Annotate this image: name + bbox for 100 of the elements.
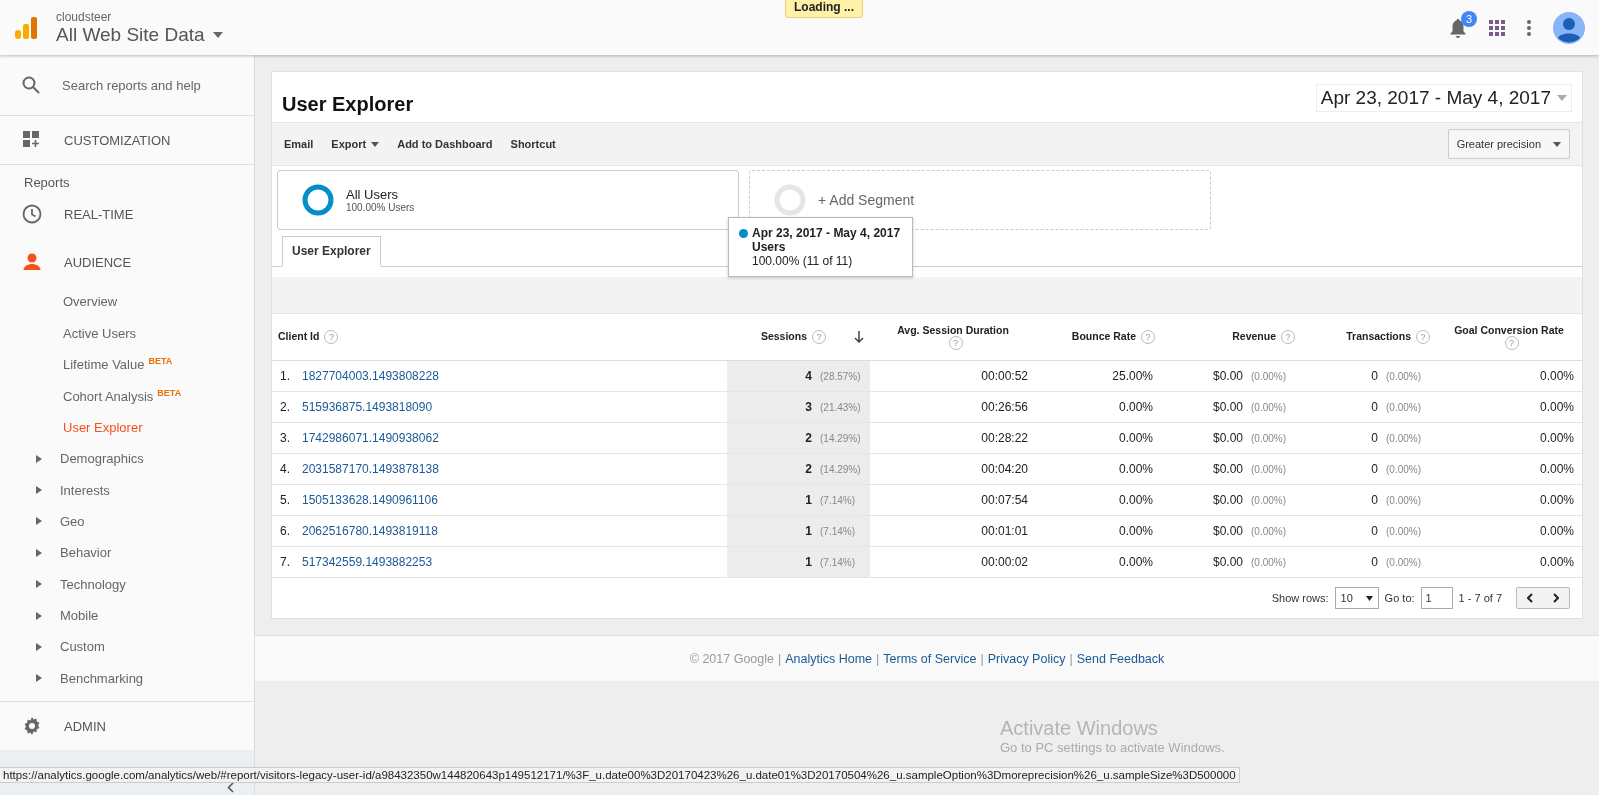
- table-cell: 1: [805, 493, 812, 507]
- chevron-left-icon[interactable]: [1527, 593, 1533, 603]
- column-header[interactable]: Transactions: [1346, 329, 1411, 342]
- column-header[interactable]: Revenue: [1232, 329, 1276, 342]
- table-cell: 0.00%: [1539, 369, 1574, 383]
- date-range-picker[interactable]: Apr 23, 2017 - May 4, 2017: [1315, 84, 1572, 112]
- tab[interactable]: User Explorer: [282, 236, 381, 267]
- nav-item[interactable]: Active Users: [0, 317, 254, 349]
- table-cell: 0.00%: [1118, 493, 1153, 507]
- table-cell: $0.00: [1212, 400, 1243, 414]
- footer-link[interactable]: Privacy Policy: [987, 651, 1066, 666]
- table-cell: 0.00%: [1118, 431, 1153, 445]
- table-cell: 0: [1371, 369, 1378, 383]
- go-to-label: Go to:: [1384, 592, 1415, 604]
- more-vertical-icon[interactable]: [1527, 19, 1531, 36]
- nav-item[interactable]: Mobile: [0, 599, 254, 632]
- rows-select[interactable]: 10: [1334, 587, 1379, 609]
- gear-icon: [22, 716, 42, 736]
- row-number: 3.: [280, 431, 291, 445]
- column-header[interactable]: Avg. Session Duration: [876, 323, 1030, 336]
- table-cell: 00:26:56: [981, 400, 1028, 414]
- nav-item[interactable]: Overview: [0, 286, 254, 318]
- footer-link[interactable]: Terms of Service: [883, 651, 977, 666]
- column-header[interactable]: Bounce Rate: [1071, 329, 1136, 342]
- expand-triangle-icon: [36, 548, 42, 557]
- client-id-link[interactable]: 515936875.1493818090: [302, 400, 433, 414]
- table-cell: 0: [1371, 524, 1378, 538]
- nav-section[interactable]: AUDIENCE: [0, 238, 254, 286]
- toolbar-button[interactable]: Export: [331, 138, 380, 150]
- nav-item[interactable]: Interests: [0, 474, 254, 506]
- nav-item[interactable]: Geo: [0, 505, 254, 538]
- expand-triangle-icon: [36, 611, 42, 620]
- table-cell: 0.00%: [1539, 431, 1574, 445]
- percentage-text: (14.29%): [820, 433, 862, 444]
- percentage-text: (28.57%): [820, 371, 862, 382]
- nav-item[interactable]: Benchmarking: [0, 662, 254, 695]
- column-header[interactable]: Sessions: [760, 329, 807, 342]
- table-cell: 0.00%: [1118, 524, 1153, 538]
- client-id-link[interactable]: 2031587170.1493878138: [302, 462, 439, 476]
- percentage-text: (21.43%): [820, 402, 862, 413]
- segment-card[interactable]: All Users 100.00% Users: [277, 170, 739, 230]
- row-number: 4.: [280, 462, 291, 476]
- percentage-text: (0.00%): [1251, 464, 1287, 475]
- column-header[interactable]: Goal Conversion Rate: [1442, 323, 1576, 336]
- nav-item[interactable]: Cohort Analysis $^{BETA}$: [0, 380, 254, 412]
- percentage-text: (0.00%): [1251, 371, 1287, 382]
- beta-label: BETA: [148, 356, 173, 367]
- nav-section[interactable]: REAL-TIME: [0, 190, 254, 238]
- nav-item[interactable]: Behavior: [0, 537, 254, 569]
- status-url: https://analytics.google.com/analytics/web/#report/visitors-legacy-user-id/a98432350w144820643p149512171/%3F_u.date00%3D20170423%26_u.date01%3D20170504%26_u.sampleOption%3Dmoreprecision%26_u.sampleSize%3D500000: [3, 769, 1236, 781]
- nav-item[interactable]: Custom: [0, 631, 254, 663]
- percentage-text: (0.00%): [1386, 495, 1422, 506]
- nav-item[interactable]: Demographics: [0, 442, 254, 475]
- row-number: 5.: [280, 493, 291, 507]
- client-id-link[interactable]: 1505133628.1490961106: [302, 493, 438, 507]
- row-number: 6.: [280, 524, 291, 538]
- client-id-link[interactable]: 1742986071.1490938062: [302, 431, 439, 445]
- client-id-link[interactable]: 2062516780.1493819118: [302, 524, 438, 538]
- table-cell: 0: [1371, 493, 1378, 507]
- client-id-link[interactable]: 517342559.1493882253: [302, 555, 433, 569]
- footer-link[interactable]: Send Feedback: [1076, 651, 1165, 666]
- table-cell: $0.00: [1212, 555, 1243, 569]
- percentage-text: (0.00%): [1386, 402, 1422, 413]
- sort-down-arrow-icon[interactable]: [854, 331, 864, 344]
- column-header[interactable]: Client Id: [278, 329, 320, 342]
- bell-icon: [1449, 17, 1467, 38]
- search-field[interactable]: Search reports and help: [62, 77, 201, 93]
- notification-count: 3: [1461, 10, 1477, 27]
- table-cell: 00:07:54: [981, 493, 1028, 507]
- table-cell: 1: [805, 524, 812, 538]
- table-cell: 0.00%: [1539, 555, 1574, 569]
- expand-triangle-icon: [36, 454, 42, 463]
- footer-link[interactable]: Analytics Home: [785, 651, 873, 666]
- avatar-icon[interactable]: [1553, 11, 1585, 44]
- precision-dropdown[interactable]: Greater precision: [1447, 129, 1570, 159]
- table-cell: 0.00%: [1118, 400, 1153, 414]
- tooltip-metric: Users: [751, 240, 787, 254]
- page-input[interactable]: 1: [1420, 587, 1453, 609]
- caret-icon: [1365, 595, 1373, 601]
- chevron-right-icon[interactable]: [1553, 593, 1559, 603]
- nav-item[interactable]: Technology: [0, 568, 254, 600]
- collapse-chevron-icon[interactable]: [227, 782, 234, 793]
- apps-grid-icon[interactable]: [1489, 19, 1505, 36]
- activation-title: Activate Windows: [1000, 717, 1159, 740]
- separator-text: |: [980, 651, 984, 666]
- table-cell: 0: [1371, 400, 1378, 414]
- toolbar-button[interactable]: Email: [284, 138, 314, 150]
- table-cell: 25.00%: [1112, 369, 1153, 383]
- nav-section[interactable]: CUSTOMIZATION: [0, 116, 254, 165]
- tooltip-value: 100.00% (11 of 11): [751, 254, 854, 268]
- table-cell: $0.00: [1212, 462, 1243, 476]
- caret-icon: [371, 141, 380, 147]
- toolbar-button[interactable]: Shortcut: [510, 138, 556, 150]
- percentage-text: (14.29%): [820, 464, 862, 475]
- nav-item[interactable]: Lifetime Value $^{BETA}$: [0, 348, 254, 381]
- notifications-button[interactable]: [1449, 17, 1467, 38]
- toolbar-button[interactable]: Add to Dashboard: [397, 138, 493, 150]
- percentage-text: (7.14%): [820, 557, 856, 568]
- client-id-link[interactable]: 1827704003.1493808228: [302, 369, 439, 383]
- table-cell: 2: [805, 462, 812, 476]
